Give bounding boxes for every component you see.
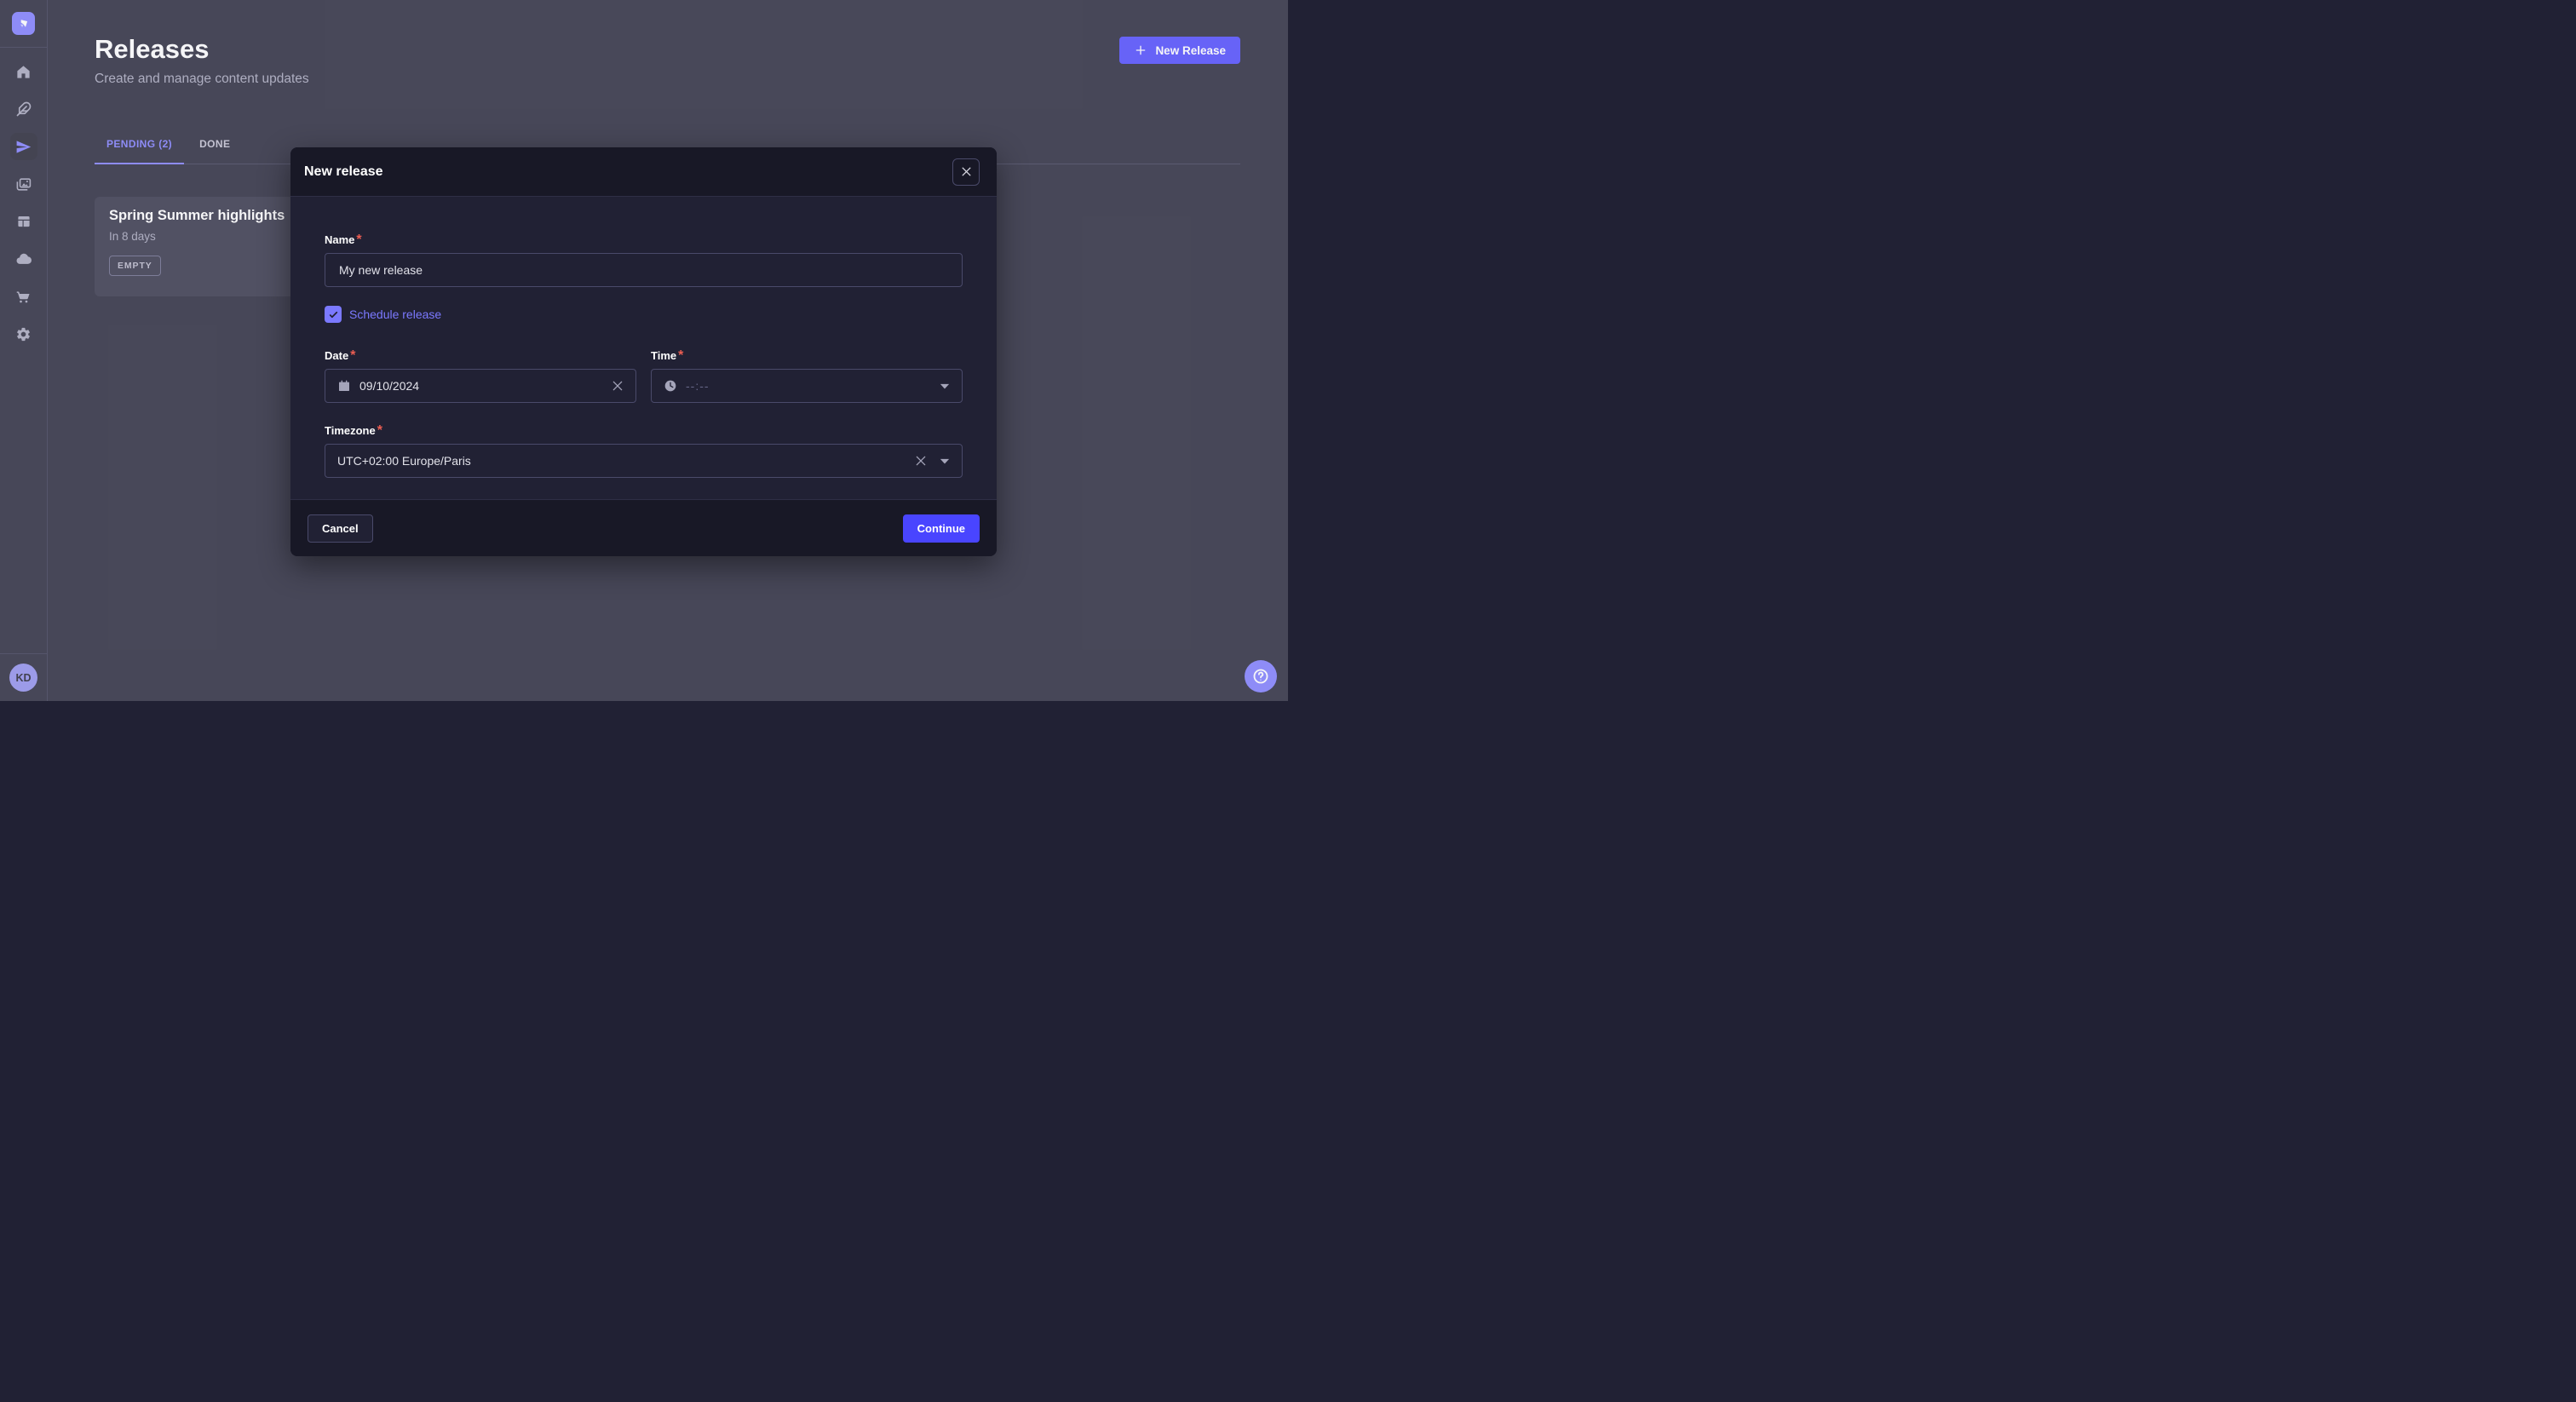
date-input[interactable]: 09/10/2024	[325, 369, 636, 403]
clear-icon	[612, 380, 624, 392]
date-section: Date* 09/10/2024	[325, 348, 636, 403]
modal-header: New release	[290, 147, 997, 197]
name-section: Name*	[325, 233, 963, 287]
clear-icon	[915, 455, 927, 467]
timezone-value: UTC+02:00 Europe/Paris	[337, 454, 471, 468]
modal-title: New release	[304, 164, 383, 180]
timezone-label: Timezone	[325, 424, 376, 437]
chevron-down-icon	[940, 383, 950, 389]
timezone-required: *	[377, 423, 382, 438]
timezone-input[interactable]: UTC+02:00 Europe/Paris	[325, 444, 963, 478]
close-button[interactable]	[952, 158, 980, 186]
continue-button[interactable]: Continue	[903, 514, 980, 543]
timezone-clear-button[interactable]	[915, 455, 927, 467]
date-value: 09/10/2024	[359, 379, 419, 393]
checkmark-icon	[328, 309, 339, 320]
chevron-down-icon	[940, 458, 950, 464]
clock-icon	[664, 379, 677, 393]
time-dropdown-button[interactable]	[940, 383, 950, 389]
modal-footer: Cancel Continue	[290, 499, 997, 556]
time-placeholder: --:--	[686, 379, 710, 393]
schedule-release-row[interactable]: Schedule release	[325, 306, 963, 323]
time-required: *	[678, 348, 683, 363]
calendar-icon	[337, 379, 351, 393]
cancel-button[interactable]: Cancel	[308, 514, 373, 543]
new-release-modal: New release Name* Schedule release Date*	[290, 147, 997, 556]
date-clear-button[interactable]	[612, 380, 624, 392]
date-required: *	[350, 348, 355, 363]
name-required: *	[356, 233, 361, 247]
name-label: Name	[325, 233, 354, 246]
close-icon	[961, 166, 972, 177]
schedule-checkbox[interactable]	[325, 306, 342, 323]
time-label: Time	[651, 349, 676, 362]
timezone-dropdown-button[interactable]	[940, 458, 950, 464]
schedule-checkbox-label: Schedule release	[349, 307, 441, 321]
time-input[interactable]: --:--	[651, 369, 963, 403]
time-section: Time* --:--	[651, 348, 963, 403]
modal-body: Name* Schedule release Date* 09/10/2024	[290, 197, 997, 478]
name-input[interactable]	[325, 253, 963, 287]
date-time-grid: Date* 09/10/2024 Tim	[325, 348, 963, 403]
timezone-section: Timezone* UTC+02:00 Europe/Paris	[325, 423, 963, 478]
date-label: Date	[325, 349, 348, 362]
